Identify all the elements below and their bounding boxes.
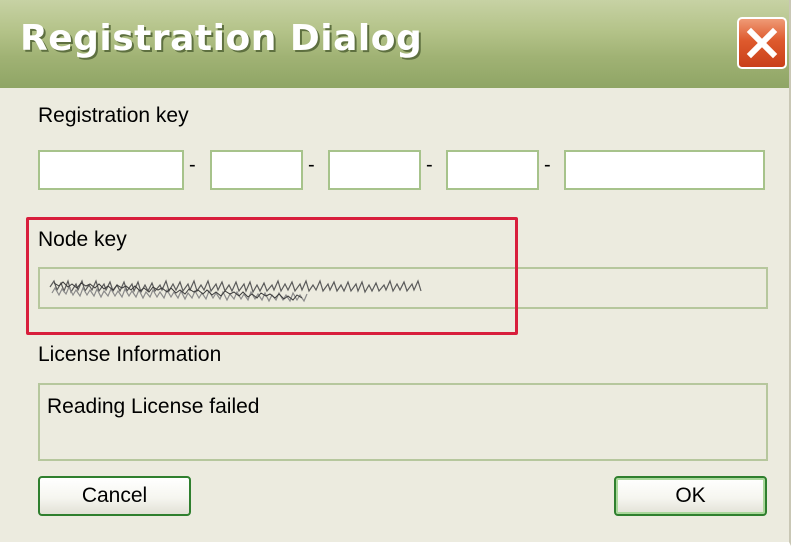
node-key-label: Node key <box>38 228 127 251</box>
registration-dialog: Registration Dialog Registration key - -… <box>0 0 791 546</box>
registration-key-field-5[interactable] <box>564 150 765 190</box>
license-information-label: License Information <box>38 343 222 366</box>
registration-key-field-1[interactable] <box>38 150 184 190</box>
registration-key-field-2[interactable] <box>210 150 303 190</box>
node-key-field[interactable] <box>38 267 768 309</box>
license-information-box: Reading License failed <box>38 383 768 461</box>
license-status-text: Reading License failed <box>47 395 260 418</box>
cancel-button[interactable]: Cancel <box>38 476 191 516</box>
key-separator: - <box>308 154 315 176</box>
registration-key-field-4[interactable] <box>446 150 539 190</box>
close-button[interactable] <box>737 17 787 69</box>
registration-key-field-3[interactable] <box>328 150 421 190</box>
ok-button[interactable]: OK <box>614 476 767 516</box>
dialog-title: Registration Dialog <box>20 18 423 59</box>
key-separator: - <box>544 154 551 176</box>
registration-key-label: Registration key <box>38 104 189 127</box>
key-separator: - <box>189 154 196 176</box>
title-bar[interactable]: Registration Dialog <box>0 0 789 88</box>
key-separator: - <box>426 154 433 176</box>
